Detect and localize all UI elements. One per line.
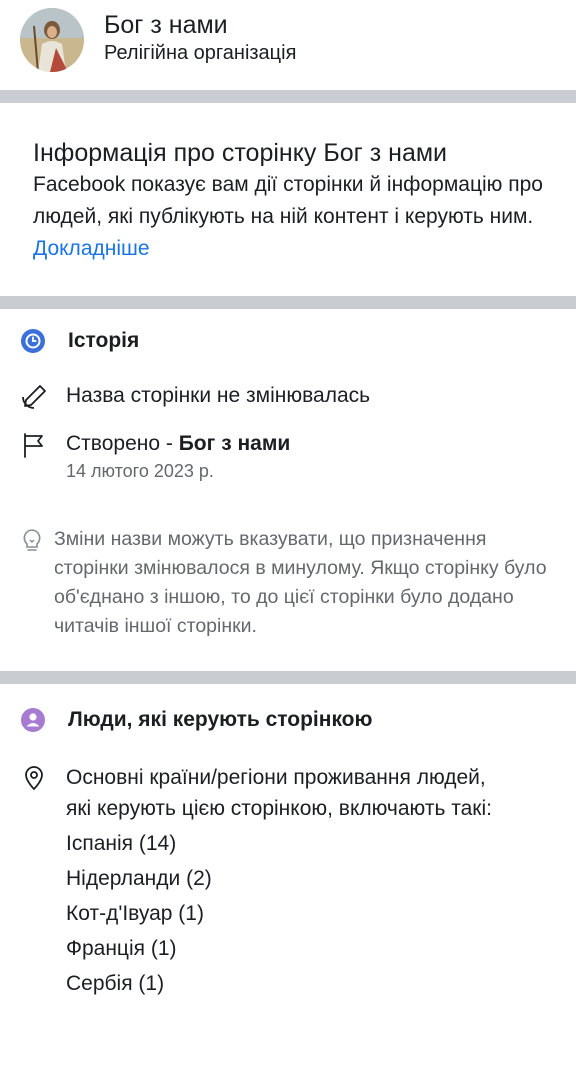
about-title: Інформація про сторінку Бог з нами	[33, 139, 448, 167]
country-item: Іспанія (14)	[66, 832, 177, 855]
section-divider	[0, 671, 576, 684]
countries-list: Іспанія (14) Нідерланди (2) Кот-д'Івуар …	[66, 826, 496, 1001]
pencil-icon	[20, 383, 48, 411]
history-section: Історія Назва сторінки не змінювалась Ст…	[0, 309, 576, 641]
about-description: Facebook показує вам дії сторінки й інфо…	[33, 169, 548, 265]
about-text: Facebook показує вам дії сторінки й інфо…	[33, 173, 543, 228]
history-title: Історія	[68, 329, 140, 352]
page-category: Релігійна організація	[104, 42, 297, 64]
country-item: Сербія (1)	[66, 972, 165, 995]
location-pin-icon	[20, 764, 48, 792]
country-item: Нідерланди (2)	[66, 867, 212, 890]
page-name[interactable]: Бог з нами	[104, 10, 296, 40]
created-prefix: Створено -	[66, 432, 179, 455]
people-header: Люди, які керують сторінкою	[20, 694, 556, 746]
name-unchanged-row: Назва сторінки не змінювалась	[20, 381, 556, 411]
people-title: Люди, які керують сторінкою	[68, 708, 373, 731]
countries-intro: Основні країни/регіони проживання людей,…	[66, 766, 492, 820]
clock-icon	[20, 328, 46, 354]
page-header: Бог з нами Релігійна організація	[0, 0, 576, 90]
people-section: Люди, які керують сторінкою Основні краї…	[0, 684, 576, 1001]
about-section: Інформація про сторінку Бог з нами Faceb…	[0, 103, 576, 296]
history-tip: Зміни назви можуть вказувати, що признач…	[20, 525, 556, 641]
history-tip-text: Зміни назви можуть вказувати, що признач…	[54, 528, 547, 637]
created-row: Створено - Бог з нами 14 лютого 2023 р.	[20, 429, 556, 483]
page-avatar[interactable]	[20, 8, 84, 72]
section-divider	[0, 90, 576, 103]
country-item: Кот-д'Івуар (1)	[66, 902, 204, 925]
section-divider	[0, 296, 576, 309]
country-item: Франція (1)	[66, 937, 177, 960]
name-unchanged-text: Назва сторінки не змінювалась	[66, 384, 371, 407]
created-page-name: Бог з нами	[178, 432, 291, 455]
flag-icon	[20, 431, 48, 459]
history-header: Історія	[20, 315, 556, 367]
created-date: 14 лютого 2023 р.	[66, 461, 214, 481]
person-icon	[20, 707, 46, 733]
learn-more-link[interactable]: Докладніше	[33, 237, 150, 260]
created-text: Створено - Бог з нами	[66, 429, 290, 459]
lightbulb-icon	[20, 528, 44, 554]
countries-row: Основні країни/регіони проживання людей,…	[20, 762, 556, 1001]
